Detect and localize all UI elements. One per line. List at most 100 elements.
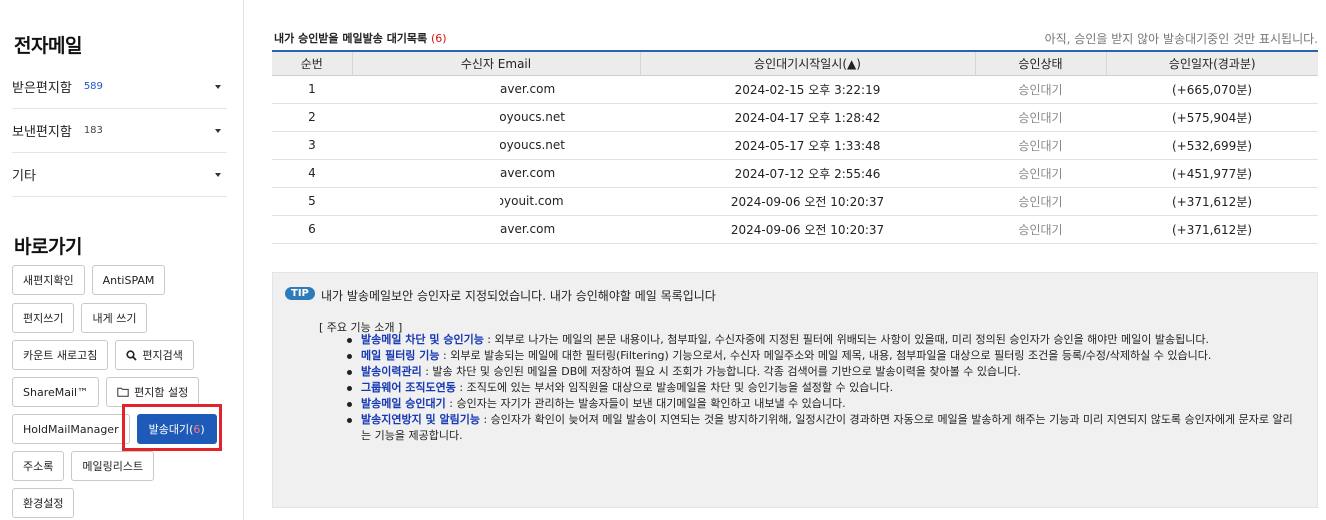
- row-elapsed: (+665,070분): [1106, 75, 1318, 104]
- row-date: 2024-05-17 오후 1:33:48: [640, 131, 975, 160]
- search-mail-label: 편지검색: [142, 349, 183, 362]
- feature-list: 발송메일 차단 및 승인기능 : 외부로 나가는 메일의 본문 내용이나, 첨부…: [345, 332, 1300, 444]
- pending-mail-table: 순번 수신자 Email 승인대기시작일시(▲) 승인상태 승인일자(경과분) …: [272, 50, 1318, 244]
- tip-panel: TIP 내가 발송메일보안 승인자로 지정되었습니다. 내가 승인해야할 메일 …: [272, 272, 1318, 508]
- row-date: 2024-09-06 오전 10:20:37: [640, 215, 975, 244]
- col-email-header[interactable]: 수신자 Email: [351, 50, 640, 76]
- row-status: 승인대기: [975, 215, 1106, 244]
- feature-desc: : 외부로 나가는 메일의 본문 내용이나, 첨부파일, 수신자중에 지정된 필…: [483, 333, 1209, 346]
- inbox-count: 589: [83, 81, 103, 92]
- feature-desc: : 조직도에 있는 부서와 임직원을 대상으로 발송메일을 차단 및 승인기능을…: [455, 381, 894, 394]
- row-email: 3@naver.com: [352, 159, 640, 188]
- pending-list-note: 아직, 승인을 받지 않아 발송대기중인 것만 표시됩니다.: [1044, 32, 1318, 46]
- sidebar-item-etc[interactable]: 기타: [12, 153, 227, 197]
- pending-send-label: 발송대기: [148, 423, 190, 436]
- row-elapsed: (+575,904분): [1106, 103, 1318, 132]
- sidebar-item-inbox[interactable]: 받은편지함 589: [12, 65, 227, 109]
- caret-down-icon[interactable]: [215, 129, 221, 133]
- row-status: 승인대기: [975, 75, 1106, 104]
- search-icon: [126, 349, 137, 361]
- list-item: 그룹웨어 조직도연동 : 조직도에 있는 부서와 임직원을 대상으로 발송메일을…: [345, 380, 1300, 396]
- antispam-button[interactable]: AntiSPAM: [91, 265, 166, 295]
- caret-down-icon[interactable]: [215, 173, 221, 177]
- list-item: 메일 필터링 기능 : 외부로 발송되는 메일에 대한 필터링(Filterin…: [345, 348, 1300, 364]
- feature-key: 발송이력관리: [361, 365, 422, 378]
- mailbox-settings-label: 편지함 설정: [134, 386, 189, 399]
- redaction-mask: [432, 161, 500, 186]
- table-row[interactable]: 2 ɔzioyoucs.net 2024-04-17 오후 1:28:42 승인…: [272, 103, 1318, 132]
- sent-label: 보낸편지함: [12, 125, 72, 140]
- tip-badge: TIP: [285, 287, 315, 300]
- folder-icon: [117, 387, 129, 397]
- etc-label: 기타: [12, 169, 36, 184]
- table-header-row: 순번 수신자 Email 승인대기시작일시(▲) 승인상태 승인일자(경과분): [272, 50, 1318, 76]
- redaction-mask: [432, 105, 500, 130]
- row-email: ɔzioyouit.com: [352, 187, 640, 216]
- row-status: 승인대기: [975, 187, 1106, 216]
- col-no-header[interactable]: 순번: [272, 50, 352, 76]
- table-row[interactable]: 5 ɔzioyouit.com 2024-09-06 오전 10:20:37 승…: [272, 187, 1318, 216]
- table-row[interactable]: 1 7@naver.com 2024-02-15 오후 3:22:19 승인대기…: [272, 75, 1318, 104]
- feature-desc: : 외부로 발송되는 메일에 대한 필터링(Filtering) 기능으로서, …: [439, 349, 1212, 362]
- table-row[interactable]: 6 7@naver.com 2024-09-06 오전 10:20:37 승인대…: [272, 215, 1318, 244]
- col-status-header[interactable]: 승인상태: [974, 50, 1106, 76]
- list-item: 발송메일 차단 및 승인기능 : 외부로 나가는 메일의 본문 내용이나, 첨부…: [345, 332, 1300, 348]
- row-elapsed: (+371,612분): [1106, 187, 1318, 216]
- pending-list-title-text: 내가 승인받을 메일발송 대기목록: [274, 32, 428, 45]
- new-mail-check-button[interactable]: 새편지확인: [12, 265, 85, 295]
- inbox-label: 받은편지함: [12, 81, 72, 96]
- mailing-list-button[interactable]: 메일링리스트: [71, 451, 155, 481]
- row-no: 3: [272, 131, 352, 160]
- caret-down-icon[interactable]: [215, 85, 221, 89]
- feature-key: 그룹웨어 조직도연동: [361, 381, 456, 394]
- tip-text: 내가 발송메일보안 승인자로 지정되었습니다. 내가 승인해야할 메일 목록입니…: [321, 289, 716, 303]
- search-mail-button[interactable]: 편지검색: [115, 340, 194, 370]
- sent-count: 183: [83, 125, 103, 136]
- mailbox-settings-button[interactable]: 편지함 설정: [106, 377, 200, 407]
- sidebar-item-sent[interactable]: 보낸편지함 183: [12, 109, 227, 153]
- row-email: ɔzioyoucs.net: [352, 103, 640, 132]
- settings-button[interactable]: 환경설정: [12, 488, 75, 518]
- pending-list-count: (6): [431, 32, 447, 45]
- address-book-button[interactable]: 주소록: [12, 451, 65, 481]
- sharemail-button[interactable]: ShareMail™: [12, 377, 100, 407]
- row-no: 6: [272, 215, 352, 244]
- row-elapsed: (+451,977분): [1106, 159, 1318, 188]
- sidebar: 전자메일 받은편지함 589 보낸편지함 183 기타 바로가기 새편지확인 A…: [0, 0, 244, 520]
- table-row[interactable]: 3 ɔzioyoucs.net 2024-05-17 오후 1:33:48 승인…: [272, 131, 1318, 160]
- pending-list-title: 내가 승인받을 메일발송 대기목록 (6): [274, 30, 447, 46]
- row-date: 2024-09-06 오전 10:20:37: [640, 187, 975, 216]
- holdmail-manager-button[interactable]: HoldMailManager: [12, 414, 130, 444]
- feature-key: 발송메일 차단 및 승인기능: [361, 333, 484, 346]
- row-elapsed: (+371,612분): [1106, 215, 1318, 244]
- pending-send-button[interactable]: 발송대기(6): [136, 414, 217, 444]
- feature-desc: : 발송 차단 및 승인된 메일을 DB에 저장하여 필요 시 조회가 가능합니…: [421, 365, 1021, 378]
- redaction-mask: [432, 189, 500, 214]
- redaction-mask: [432, 77, 500, 102]
- row-no: 2: [272, 103, 352, 132]
- feature-key: 발송메일 승인대기: [361, 397, 446, 410]
- list-item: 발송지연방지 및 알림기능 : 승인자가 확인이 늦어져 메일 발송이 지연되는…: [345, 412, 1300, 444]
- row-email: 7@naver.com: [352, 215, 640, 244]
- redaction-mask: [432, 133, 500, 158]
- table-row[interactable]: 4 3@naver.com 2024-07-12 오후 2:55:46 승인대기…: [272, 159, 1318, 188]
- row-email: 7@naver.com: [352, 75, 640, 104]
- redaction-mask: [432, 217, 500, 242]
- col-elapsed-header[interactable]: 승인일자(경과분): [1105, 50, 1318, 76]
- refresh-count-button[interactable]: 카운트 새로고침: [12, 340, 109, 370]
- row-status: 승인대기: [975, 131, 1106, 160]
- feature-key: 발송지연방지 및 알림기능: [361, 413, 480, 426]
- list-item: 발송메일 승인대기 : 승인자는 자기가 관리하는 발송자들이 보낸 대기메일을…: [345, 396, 1300, 412]
- row-status: 승인대기: [975, 159, 1106, 188]
- col-date-header[interactable]: 승인대기시작일시(▲): [639, 50, 975, 76]
- row-no: 4: [272, 159, 352, 188]
- feature-key: 메일 필터링 기능: [361, 349, 440, 362]
- row-status: 승인대기: [975, 103, 1106, 132]
- feature-desc: : 승인자가 확인이 늦어져 메일 발송이 지연되는 것을 방지하기위해, 일정…: [361, 413, 1293, 442]
- write-mail-button[interactable]: 편지쓰기: [12, 303, 75, 333]
- row-elapsed: (+532,699분): [1106, 131, 1318, 160]
- list-item: 발송이력관리 : 발송 차단 및 승인된 메일을 DB에 저장하여 필요 시 조…: [345, 364, 1300, 380]
- row-date: 2024-02-15 오후 3:22:19: [640, 75, 975, 104]
- write-to-self-button[interactable]: 내게 쓰기: [81, 303, 148, 333]
- shortcuts-title: 바로가기: [14, 236, 82, 258]
